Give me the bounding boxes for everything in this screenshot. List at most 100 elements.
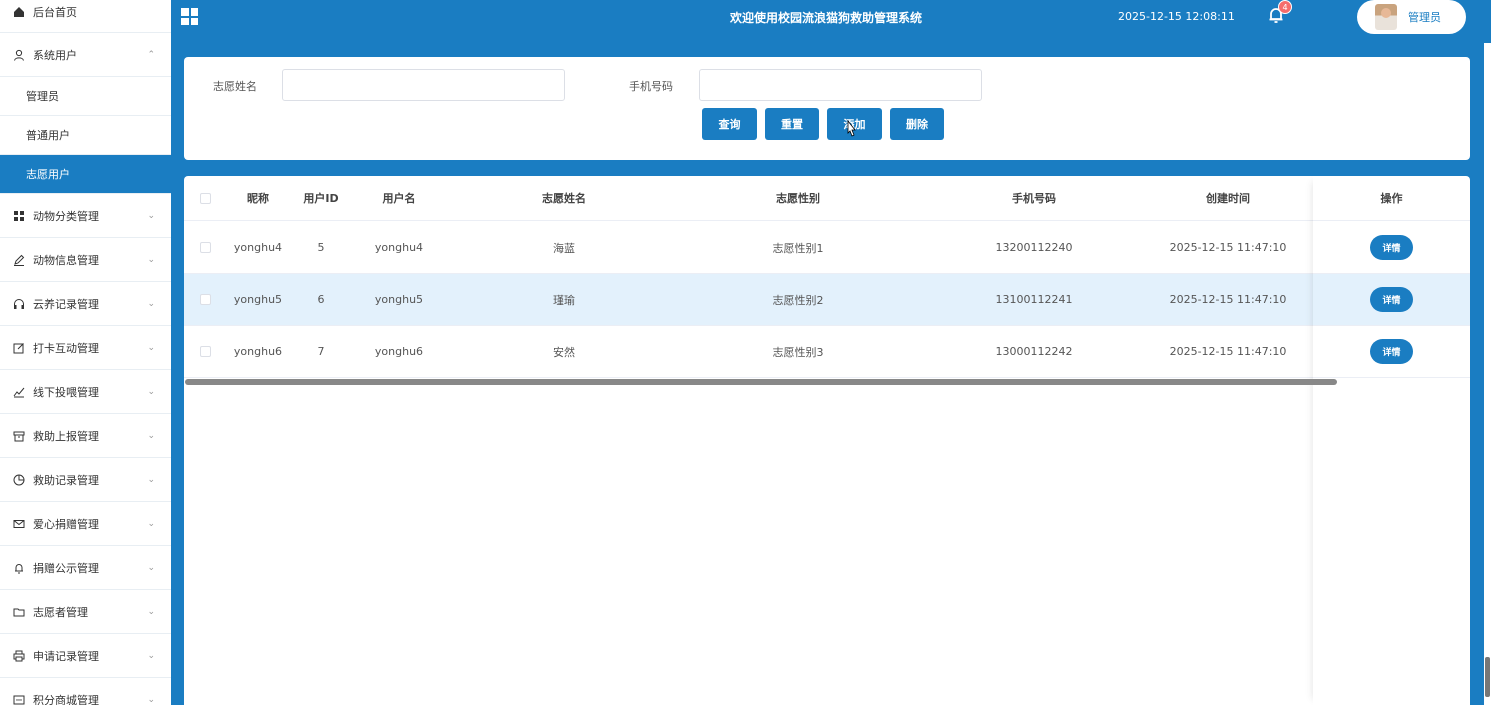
cell-username: yonghu6: [374, 345, 424, 358]
pie-icon: [12, 473, 26, 487]
sidebar-subitem-volunteer-user[interactable]: 志愿用户: [0, 155, 171, 194]
column-header[interactable]: 志愿姓名: [484, 176, 644, 220]
sidebar-item-checkin[interactable]: 打卡互动管理 ⌄: [0, 326, 171, 370]
cell-phone: 13100112241: [995, 293, 1073, 306]
sidebar-item-label: 动物信息管理: [33, 253, 99, 267]
cell-user-id: 6: [317, 293, 325, 306]
cell-volunteer-name: 海蓝: [553, 241, 575, 255]
folder-icon: [12, 605, 26, 619]
table-row[interactable]: yonghu6 7 yonghu6 安然 志愿性别3 13000112242 2…: [184, 326, 1470, 378]
avatar: [1375, 4, 1397, 30]
column-header[interactable]: 志愿性别: [718, 176, 878, 220]
sidebar-item-label: 志愿者管理: [33, 605, 88, 619]
chevron-down-icon: ⌄: [147, 694, 155, 705]
chevron-down-icon: ⌄: [147, 342, 155, 353]
row-checkbox[interactable]: [199, 294, 211, 305]
vertical-scrollbar[interactable]: [1484, 43, 1491, 705]
column-header[interactable]: 昵称: [228, 176, 288, 220]
row-checkbox[interactable]: [199, 346, 211, 357]
sidebar: 后台首页 系统用户 ⌃ 管理员 普通用户 志愿用户 动物分类管理 ⌄ 动物信息管…: [0, 0, 171, 705]
chevron-down-icon: ⌄: [147, 210, 155, 221]
chevron-down-icon: ⌄: [147, 518, 155, 529]
bell-icon: [12, 561, 26, 575]
archive-icon: [12, 429, 26, 443]
row-checkbox[interactable]: [199, 242, 211, 253]
sidebar-item-system-user[interactable]: 系统用户 ⌃: [0, 33, 171, 77]
sidebar-item-label: 动物分类管理: [33, 209, 99, 223]
sidebar-item-animal-category[interactable]: 动物分类管理 ⌄: [0, 194, 171, 238]
grid-icon: [12, 209, 26, 223]
chevron-down-icon: ⌄: [147, 430, 155, 441]
cell-user-id: 7: [317, 345, 325, 358]
sidebar-item-animal-info[interactable]: 动物信息管理 ⌄: [0, 238, 171, 282]
data-table: 昵称 用户ID 用户名 志愿姓名 志愿性别 手机号码 创建时间 操作 yongh…: [184, 176, 1470, 705]
chevron-down-icon: ⌄: [147, 562, 155, 573]
cell-volunteer-name: 瑾瑜: [553, 293, 575, 307]
chart-icon: [12, 385, 26, 399]
sidebar-item-rescue-record[interactable]: 救助记录管理 ⌄: [0, 458, 171, 502]
fixed-operation-column: [1313, 176, 1470, 705]
user-menu[interactable]: 管理员: [1357, 0, 1466, 34]
phone-label: 手机号码: [629, 80, 673, 93]
menu-toggle-icon[interactable]: [181, 8, 198, 25]
sidebar-item-application[interactable]: 申请记录管理 ⌄: [0, 634, 171, 678]
sidebar-item-volunteer[interactable]: 志愿者管理 ⌄: [0, 590, 171, 634]
column-header[interactable]: 用户ID: [290, 176, 352, 220]
chevron-down-icon: ⌄: [147, 650, 155, 661]
chevron-down-icon: ⌄: [147, 298, 155, 309]
sidebar-item-label: 打卡互动管理: [33, 341, 99, 355]
sidebar-item-cloud-adopt[interactable]: 云养记录管理 ⌄: [0, 282, 171, 326]
cell-nickname: yonghu6: [233, 345, 283, 358]
sidebar-item-label: 爱心捐赠管理: [33, 517, 99, 531]
sidebar-item-label: 系统用户: [33, 48, 77, 62]
horizontal-scrollbar[interactable]: [185, 379, 1337, 385]
sidebar-item-donation-notice[interactable]: 捐赠公示管理 ⌄: [0, 546, 171, 590]
phone-input[interactable]: [699, 69, 982, 101]
sidebar-item-home[interactable]: 后台首页: [0, 0, 171, 33]
cell-created-time: 2025-12-15 11:47:10: [1169, 241, 1287, 254]
edit-icon: [12, 253, 26, 267]
sidebar-item-label: 救助记录管理: [33, 473, 99, 487]
cell-gender: 志愿性别1: [772, 241, 824, 255]
sidebar-item-label: 捐赠公示管理: [33, 561, 99, 575]
table-row[interactable]: yonghu4 5 yonghu4 海蓝 志愿性别1 13200112240 2…: [184, 222, 1470, 274]
volunteer-name-label: 志愿姓名: [213, 80, 257, 93]
cell-username: yonghu4: [374, 241, 424, 254]
user-icon: [12, 48, 26, 62]
sidebar-item-label: 后台首页: [33, 6, 77, 19]
sidebar-item-offline-feed[interactable]: 线下投喂管理 ⌄: [0, 370, 171, 414]
cell-nickname: yonghu4: [233, 241, 283, 254]
chevron-down-icon: ⌄: [147, 474, 155, 485]
printer-icon: [12, 649, 26, 663]
cell-gender: 志愿性别2: [772, 293, 824, 307]
search-panel: 志愿姓名 手机号码 查询 重置 添加 删除: [184, 57, 1470, 160]
select-all-checkbox[interactable]: [199, 192, 211, 204]
table-header: 昵称 用户ID 用户名 志愿姓名 志愿性别 手机号码 创建时间 操作: [184, 176, 1470, 221]
cell-phone: 13000112242: [995, 345, 1073, 358]
sidebar-item-donation[interactable]: 爱心捐赠管理 ⌄: [0, 502, 171, 546]
page-title: 欢迎使用校园流浪猫狗救助管理系统: [730, 11, 923, 25]
sidebar-item-label: 申请记录管理: [33, 649, 99, 663]
cell-created-time: 2025-12-15 11:47:10: [1169, 293, 1287, 306]
top-header: 欢迎使用校园流浪猫狗救助管理系统 2025-12-15 12:08:11 4 管…: [171, 0, 1491, 38]
headset-icon: [12, 297, 26, 311]
sidebar-item-label: 线下投喂管理: [33, 385, 99, 399]
column-header[interactable]: 用户名: [364, 176, 434, 220]
scrollbar-thumb[interactable]: [1485, 657, 1490, 697]
sidebar-item-points-mall[interactable]: 积分商城管理 ⌄: [0, 678, 171, 705]
sidebar-subitem-normal-user[interactable]: 普通用户: [0, 116, 171, 155]
sidebar-subitem-admin[interactable]: 管理员: [0, 77, 171, 116]
cell-username: yonghu5: [374, 293, 424, 306]
chevron-down-icon: ⌄: [147, 606, 155, 617]
volunteer-name-input[interactable]: [282, 69, 565, 101]
cell-volunteer-name: 安然: [553, 345, 575, 359]
reset-button[interactable]: 重置: [765, 108, 819, 140]
delete-button[interactable]: 删除: [890, 108, 944, 140]
column-header[interactable]: 创建时间: [1148, 176, 1308, 220]
mail-icon: [12, 517, 26, 531]
query-button[interactable]: 查询: [702, 108, 757, 140]
table-row[interactable]: yonghu5 6 yonghu5 瑾瑜 志愿性别2 13100112241 2…: [184, 274, 1470, 326]
sidebar-item-rescue-report[interactable]: 救助上报管理 ⌄: [0, 414, 171, 458]
column-header[interactable]: 手机号码: [954, 176, 1114, 220]
user-name: 管理员: [1408, 11, 1441, 24]
